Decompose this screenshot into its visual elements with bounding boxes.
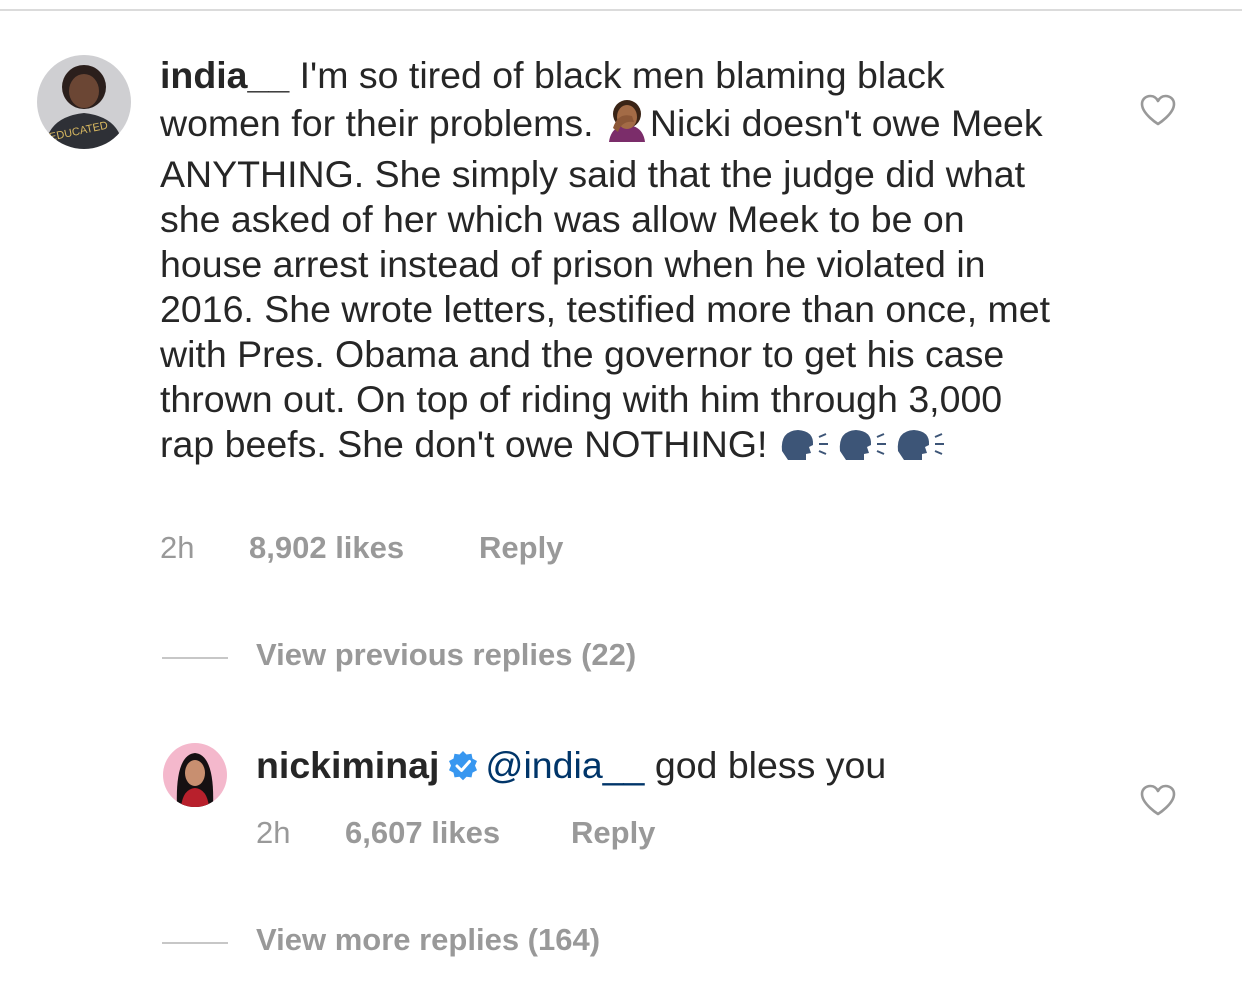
reply-text: god bless you xyxy=(644,744,887,786)
comment-reply-button[interactable]: Reply xyxy=(479,530,563,566)
like-heart-icon[interactable] xyxy=(1139,93,1177,127)
comment-time: 2h xyxy=(160,530,195,565)
reply-username[interactable]: nickiminaj xyxy=(256,744,439,786)
comment-text-part-2: Nicki doesn't owe Meek ANYTHING. She sim… xyxy=(160,102,1051,465)
view-previous-replies-label[interactable]: View previous replies (22) xyxy=(256,637,636,673)
comment-username[interactable]: india__ xyxy=(160,54,289,96)
replies-divider-line xyxy=(162,657,228,659)
like-heart-icon[interactable] xyxy=(1139,783,1177,817)
reply-likes[interactable]: 6,607 likes xyxy=(345,815,500,851)
comment-likes[interactable]: 8,902 likes xyxy=(249,530,404,566)
reply-mention[interactable]: @india__ xyxy=(485,744,644,786)
face-palm-woman-emoji xyxy=(604,98,650,152)
reply-reply-button[interactable]: Reply xyxy=(571,815,655,851)
verified-badge-icon xyxy=(447,747,479,792)
reply-time: 2h xyxy=(256,815,291,850)
avatar-india[interactable]: EDUCATED xyxy=(37,55,131,149)
view-more-replies-label[interactable]: View more replies (164) xyxy=(256,922,600,958)
speaking-head-emoji xyxy=(778,423,958,473)
avatar-nickiminaj-image xyxy=(163,743,227,807)
comment-body: india__ I'm so tired of black men blamin… xyxy=(160,53,1060,473)
reply-body: nickiminaj @india__ god bless you xyxy=(256,743,1056,792)
avatar-india-image: EDUCATED xyxy=(37,55,131,149)
replies-divider-line xyxy=(162,942,228,944)
top-divider xyxy=(0,9,1242,11)
avatar-nickiminaj[interactable] xyxy=(163,743,227,807)
